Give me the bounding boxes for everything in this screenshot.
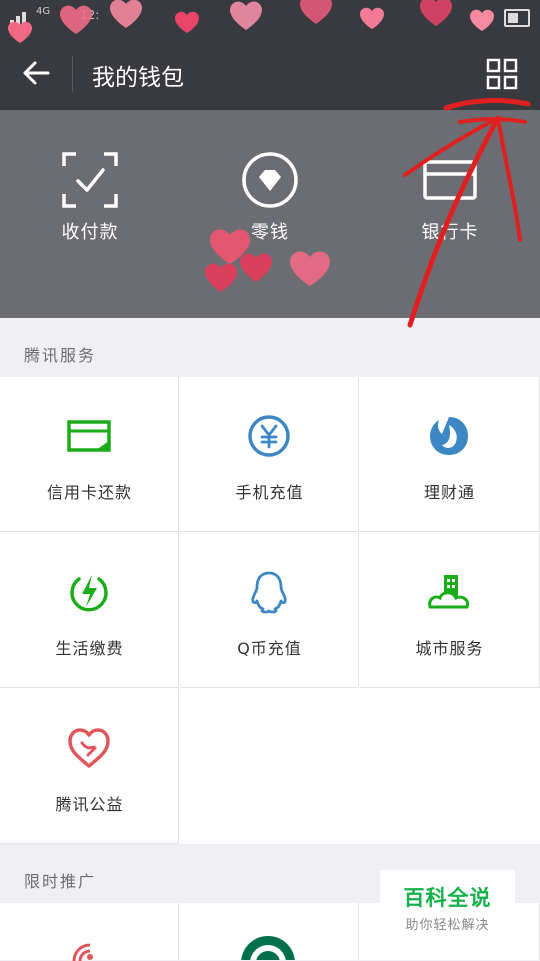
wallet-item-label: 银行卡 — [421, 222, 479, 243]
menu-button[interactable] — [484, 56, 520, 92]
network-type: 4G — [36, 6, 51, 17]
service-q-coin[interactable]: Q币充值 — [180, 533, 359, 688]
service-licaitong[interactable]: 理财通 — [360, 377, 540, 532]
wallet-item-label: 收付款 — [61, 222, 119, 243]
service-charity[interactable]: 腾讯公益 — [0, 689, 179, 844]
status-bar: 4G 12: — [0, 0, 540, 38]
promo-item[interactable] — [0, 903, 179, 961]
watermark-title: 百科全说 — [403, 886, 492, 910]
bank-card-button[interactable]: 银行卡 — [360, 110, 540, 318]
signal-waves-icon — [72, 943, 93, 961]
service-label: 生活缴费 — [55, 639, 124, 658]
clock: 12: — [80, 8, 100, 22]
section-title-promotions: 限时推广 — [24, 872, 97, 891]
back-button[interactable] — [14, 50, 60, 96]
diamond-coin-icon — [242, 152, 298, 208]
title-bar: 我的钱包 — [0, 38, 540, 110]
watermark-subtitle: 助你轻松解决 — [405, 918, 490, 933]
title-divider — [72, 56, 73, 92]
qq-penguin-icon — [251, 571, 287, 614]
arrow-left-icon — [23, 61, 50, 85]
wallet-header: 收付款 零钱 银行卡 — [0, 110, 540, 318]
heart-charity-icon — [68, 728, 110, 768]
lightning-icon — [70, 575, 108, 612]
wallet-item-label: 零钱 — [251, 222, 289, 243]
service-city[interactable]: 城市服务 — [360, 533, 540, 688]
section-title-tencent-services: 腾讯服务 — [24, 346, 97, 365]
service-utilities[interactable]: 生活缴费 — [0, 533, 179, 688]
service-credit-card-repay[interactable]: 信用卡还款 — [0, 377, 179, 532]
service-label: 腾讯公益 — [55, 795, 124, 814]
page-title: 我的钱包 — [92, 65, 184, 91]
services-grid: 信用卡还款 手机充值 理财通 生活缴费 Q币充值 城市服务 腾讯公益 — [0, 377, 540, 844]
bank-card-icon — [423, 160, 477, 200]
battery-icon — [504, 9, 530, 27]
credit-card-icon — [67, 420, 111, 452]
starbucks-logo-icon — [241, 936, 295, 960]
yen-coin-icon — [248, 415, 290, 457]
service-label: 信用卡还款 — [46, 483, 132, 502]
service-label: Q币充值 — [237, 639, 302, 658]
licaitong-icon — [430, 417, 468, 455]
receive-pay-button[interactable]: 收付款 — [0, 110, 180, 318]
balance-button[interactable]: 零钱 — [180, 110, 360, 318]
service-label: 理财通 — [423, 483, 475, 502]
scan-check-icon — [62, 152, 118, 208]
service-label: 城市服务 — [415, 639, 484, 658]
service-label: 手机充值 — [235, 483, 304, 502]
signal-icon — [10, 12, 26, 26]
city-icon — [428, 575, 470, 609]
service-phone-topup[interactable]: 手机充值 — [180, 377, 359, 532]
promo-item[interactable] — [180, 903, 359, 960]
grid-menu-icon — [486, 58, 518, 90]
watermark: 百科全说 助你轻松解决 — [380, 870, 515, 934]
